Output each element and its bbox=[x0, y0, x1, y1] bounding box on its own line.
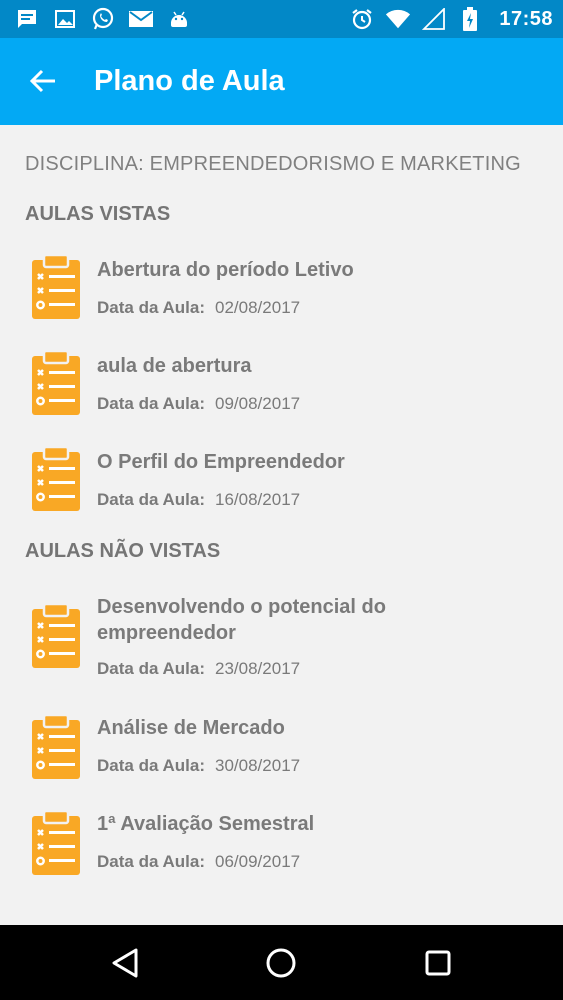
lesson-title: Análise de Mercado bbox=[97, 717, 285, 739]
lesson-date-row: Data da Aula: 23/08/2017 bbox=[97, 659, 300, 679]
battery-icon bbox=[457, 6, 483, 32]
nav-home-button[interactable] bbox=[253, 935, 309, 991]
date-value: 02/08/2017 bbox=[215, 298, 301, 317]
section-header-seen: AULAS VISTAS bbox=[25, 203, 171, 225]
date-value: 16/08/2017 bbox=[215, 490, 301, 509]
clipboard-list-icon bbox=[31, 445, 81, 512]
lesson-item[interactable]: 1ª Avaliação Semestral Data da Aula: 06/0… bbox=[0, 807, 563, 897]
clipboard-list-icon bbox=[31, 253, 81, 320]
discipline-label: DISCIPLINA: EMPREENDEDORISMO E MARKETING bbox=[25, 153, 521, 175]
lesson-title: Desenvolvendo o potencial do empreendedo… bbox=[97, 596, 386, 644]
date-label: Data da Aula: bbox=[97, 298, 206, 317]
lesson-title: O Perfil do Empreendedor bbox=[97, 451, 345, 473]
date-label: Data da Aula: bbox=[97, 852, 206, 871]
signal-icon bbox=[421, 6, 447, 32]
nav-back-button[interactable] bbox=[97, 935, 153, 991]
clipboard-list-icon bbox=[31, 349, 81, 416]
clock: 17:58 bbox=[499, 7, 553, 30]
clipboard-list-icon bbox=[31, 602, 81, 669]
date-label: Data da Aula: bbox=[97, 394, 206, 413]
status-bar: 17:58 bbox=[0, 0, 563, 38]
nav-home-icon bbox=[266, 948, 296, 978]
clipboard-list-icon bbox=[31, 713, 81, 780]
lesson-title: 1ª Avaliação Semestral bbox=[97, 813, 315, 835]
app-bar: Plano de Aula bbox=[0, 38, 563, 125]
alarm-icon bbox=[349, 6, 375, 32]
lesson-date-row: Data da Aula: 09/08/2017 bbox=[97, 394, 300, 414]
date-value: 23/08/2017 bbox=[215, 659, 301, 678]
lesson-date-row: Data da Aula: 02/08/2017 bbox=[97, 298, 300, 318]
system-status-icons: 17:58 bbox=[349, 0, 553, 38]
message-icon bbox=[14, 6, 40, 32]
wifi-icon bbox=[385, 6, 411, 32]
lesson-plan-content[interactable]: DISCIPLINA: EMPREENDEDORISMO E MARKETING… bbox=[0, 125, 563, 925]
lesson-date-row: Data da Aula: 06/09/2017 bbox=[97, 852, 300, 872]
lesson-item[interactable]: Desenvolvendo o potencial do empreendedo… bbox=[0, 593, 563, 705]
nav-recents-button[interactable] bbox=[410, 935, 466, 991]
back-button[interactable] bbox=[20, 58, 66, 104]
lesson-item[interactable]: aula de abertura Data da Aula: 09/08/2017 bbox=[0, 347, 563, 437]
date-value: 09/08/2017 bbox=[215, 394, 301, 413]
email-icon bbox=[128, 6, 154, 32]
nav-back-icon bbox=[112, 948, 138, 978]
date-label: Data da Aula: bbox=[97, 659, 206, 678]
date-label: Data da Aula: bbox=[97, 490, 206, 509]
clipboard-list-icon bbox=[31, 809, 81, 876]
navigation-bar bbox=[0, 925, 563, 1000]
lesson-date-row: Data da Aula: 30/08/2017 bbox=[97, 756, 300, 776]
lesson-date-row: Data da Aula: 16/08/2017 bbox=[97, 490, 300, 510]
image-icon bbox=[52, 6, 78, 32]
whatsapp-icon bbox=[90, 6, 116, 32]
lesson-item[interactable]: Análise de Mercado Data da Aula: 30/08/20… bbox=[0, 711, 563, 801]
notification-icons bbox=[14, 0, 192, 38]
section-header-unseen: AULAS NÃO VISTAS bbox=[25, 540, 221, 562]
page-title: Plano de Aula bbox=[94, 65, 285, 97]
lesson-title: aula de abertura bbox=[97, 355, 252, 377]
lesson-item[interactable]: Abertura do período Letivo Data da Aula:… bbox=[0, 251, 563, 341]
nav-recents-icon bbox=[425, 950, 451, 976]
android-icon bbox=[166, 6, 192, 32]
date-value: 06/09/2017 bbox=[215, 852, 301, 871]
lesson-item[interactable]: O Perfil do Empreendedor Data da Aula: 16… bbox=[0, 443, 563, 533]
date-value: 30/08/2017 bbox=[215, 756, 301, 775]
date-label: Data da Aula: bbox=[97, 756, 206, 775]
arrow-back-icon bbox=[29, 69, 55, 93]
lesson-title: Abertura do período Letivo bbox=[97, 259, 354, 281]
